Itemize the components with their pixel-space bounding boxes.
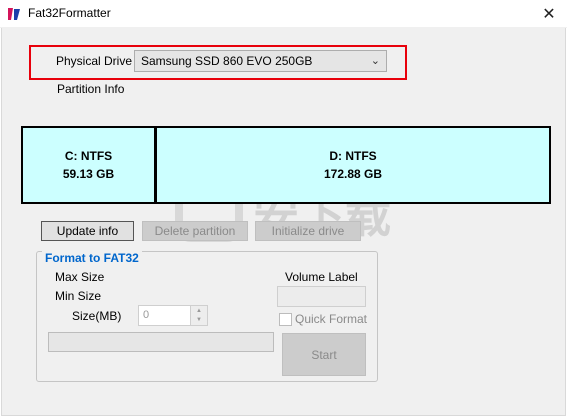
format-group-title: Format to FAT32 [42, 251, 142, 265]
partition-map: C: NTFS 59.13 GB D: NTFS 172.88 GB [21, 126, 551, 204]
volume-label-input[interactable] [277, 286, 366, 307]
partition-name: C: NTFS [64, 149, 113, 163]
stepper-up-icon[interactable]: ▲ [190, 306, 207, 315]
partition-info-label: Partition Info [57, 82, 125, 96]
size-mb-label: Size(MB) [72, 309, 122, 323]
update-info-button[interactable]: Update info [41, 221, 134, 241]
volume-label-label: Volume Label [285, 270, 358, 284]
chevron-down-icon: ⌄ [370, 55, 380, 67]
window-title: Fat32Formatter [28, 6, 111, 20]
physical-drive-dropdown[interactable]: Samsung SSD 860 EVO 250GB ⌄ [134, 50, 387, 72]
max-size-label: Max Size [55, 270, 105, 284]
physical-drive-label: Physical Drive [56, 54, 133, 68]
min-size-label: Min Size [55, 289, 102, 303]
quick-format-checkbox[interactable] [279, 313, 292, 326]
stepper-down-icon[interactable]: ▼ [190, 315, 207, 325]
start-button[interactable]: Start [282, 333, 366, 376]
delete-partition-button[interactable]: Delete partition [142, 221, 248, 241]
partition-size: 59.13 GB [62, 167, 115, 181]
format-progress-bar [48, 332, 274, 352]
partition-d[interactable]: D: NTFS 172.88 GB [157, 128, 549, 202]
drive-select-value: Samsung SSD 860 EVO 250GB [141, 54, 313, 68]
partition-c[interactable]: C: NTFS 59.13 GB [23, 128, 157, 202]
partition-name: D: NTFS [329, 149, 377, 163]
initialize-drive-button[interactable]: Initialize drive [255, 221, 361, 241]
quick-format-label: Quick Format [295, 312, 368, 326]
partition-size: 172.88 GB [323, 167, 383, 181]
size-value: 0 [143, 309, 150, 321]
app-icon [6, 6, 22, 22]
close-button[interactable]: ✕ [536, 3, 562, 25]
